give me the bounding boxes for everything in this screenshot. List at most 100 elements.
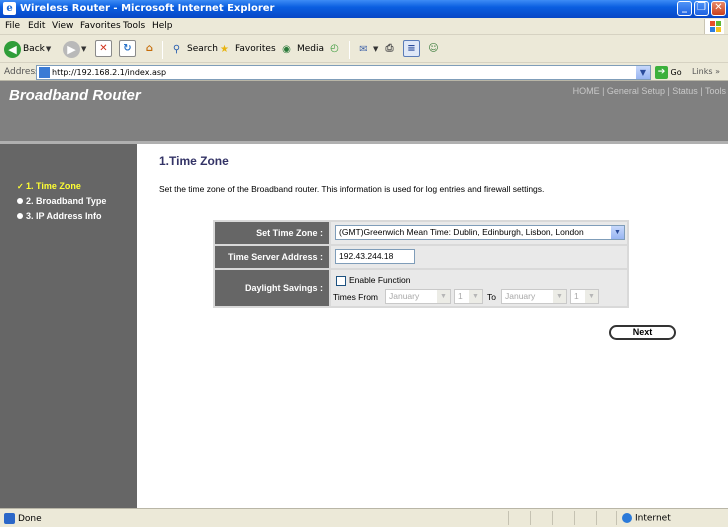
time-zone-cell: (GMT)Greenwich Mean Time: Dublin, Edinbu… bbox=[331, 222, 627, 244]
mail-icon: ✉ bbox=[359, 44, 368, 55]
stop-icon: ✕ bbox=[95, 40, 112, 57]
forward-button[interactable]: ▶ ▼ bbox=[63, 40, 86, 59]
messenger-button[interactable]: ☺ bbox=[425, 40, 442, 59]
menu-tools[interactable]: Tools bbox=[123, 21, 145, 31]
go-arrow-icon: ➔ bbox=[655, 66, 668, 79]
to-month-select[interactable]: January ▼ bbox=[501, 289, 567, 304]
search-icon: ⚲ bbox=[172, 44, 181, 55]
time-server-label: Time Server Address : bbox=[215, 246, 329, 268]
chevron-down-icon: ▼ bbox=[437, 290, 450, 303]
from-month-select[interactable]: January ▼ bbox=[385, 289, 451, 304]
links-button[interactable]: Links » bbox=[692, 67, 720, 76]
maximize-button[interactable]: ❐ bbox=[694, 1, 709, 16]
checkmark-icon: ✓ bbox=[17, 182, 24, 191]
edit-button[interactable]: ≡ bbox=[403, 40, 420, 59]
to-label: To bbox=[487, 292, 496, 302]
print-button[interactable]: ⎙ bbox=[381, 40, 398, 59]
status-bar: Done Internet bbox=[0, 508, 728, 527]
status-divider bbox=[616, 511, 617, 525]
search-button[interactable]: ⚲ Search bbox=[168, 40, 218, 59]
status-divider bbox=[574, 511, 575, 525]
windows-logo-icon bbox=[704, 19, 724, 34]
time-zone-select[interactable]: (GMT)Greenwich Mean Time: Dublin, Edinbu… bbox=[335, 225, 625, 240]
status-divider bbox=[530, 511, 531, 525]
media-icon: ◉ bbox=[282, 44, 291, 55]
sidebar-item-ip-address-info[interactable]: 3. IP Address Info bbox=[17, 211, 102, 221]
go-button[interactable]: ➔ Go bbox=[655, 66, 682, 79]
form-row-daylight-savings: Daylight Savings : Enable Function Times… bbox=[213, 270, 629, 306]
status-divider bbox=[508, 511, 509, 525]
form-row-time-zone: Set Time Zone : (GMT)Greenwich Mean Time… bbox=[213, 222, 629, 244]
menu-view[interactable]: View bbox=[52, 21, 73, 31]
history-button[interactable]: ◴ bbox=[326, 40, 343, 59]
address-url: http://192.168.2.1/index.asp bbox=[52, 68, 167, 77]
media-button[interactable]: ◉ Media bbox=[278, 40, 324, 59]
chevron-down-icon: ▼ bbox=[45, 45, 52, 53]
page-description: Set the time zone of the Broadband route… bbox=[159, 184, 545, 194]
back-arrow-icon: ◀ bbox=[4, 41, 21, 58]
chevron-down-icon: ▼ bbox=[469, 290, 482, 303]
enable-function-label: Enable Function bbox=[349, 275, 411, 285]
mail-button[interactable]: ✉ ▼ bbox=[355, 40, 378, 59]
page-done-icon bbox=[4, 513, 15, 524]
to-day-select[interactable]: 1 ▼ bbox=[570, 289, 599, 304]
form-row-time-server: Time Server Address : 192.43.244.18 bbox=[213, 246, 629, 268]
globe-icon bbox=[622, 513, 632, 523]
menu-help[interactable]: Help bbox=[152, 21, 173, 31]
next-button[interactable]: Next bbox=[609, 325, 676, 340]
minimize-button[interactable]: _ bbox=[677, 1, 692, 16]
window-title-bar: e Wireless Router - Microsoft Internet E… bbox=[0, 0, 728, 18]
status-divider bbox=[552, 511, 553, 525]
toolbar-separator bbox=[162, 41, 163, 59]
stop-button[interactable]: ✕ bbox=[95, 40, 112, 59]
from-day-select[interactable]: 1 ▼ bbox=[454, 289, 483, 304]
print-icon: ⎙ bbox=[385, 43, 394, 54]
sidebar-item-broadband-type[interactable]: 2. Broadband Type bbox=[17, 196, 106, 206]
address-input[interactable]: http://192.168.2.1/index.asp ▼ bbox=[36, 65, 651, 80]
edit-page-icon: ≡ bbox=[403, 40, 420, 57]
window-title: Wireless Router - Microsoft Internet Exp… bbox=[20, 3, 275, 14]
page-title: 1.Time Zone bbox=[159, 154, 229, 168]
time-server-cell: 192.43.244.18 bbox=[331, 246, 627, 268]
status-divider bbox=[596, 511, 597, 525]
sidebar: ✓ 1. Time Zone 2. Broadband Type 3. IP Ad… bbox=[0, 144, 137, 508]
menu-file[interactable]: File bbox=[5, 21, 20, 31]
toolbar-separator bbox=[349, 41, 350, 59]
time-server-input[interactable]: 192.43.244.18 bbox=[335, 249, 415, 264]
forward-arrow-icon: ▶ bbox=[63, 41, 80, 58]
refresh-button[interactable]: ↻ bbox=[119, 40, 136, 59]
back-button[interactable]: ◀ Back▼ bbox=[4, 40, 51, 59]
router-header: Broadband Router HOME | General Setup | … bbox=[0, 81, 728, 141]
star-icon: ★ bbox=[220, 44, 229, 55]
daylight-savings-cell: Enable Function Times From January ▼ 1 ▼ T… bbox=[331, 270, 627, 306]
web-page: Broadband Router HOME | General Setup | … bbox=[0, 81, 728, 508]
brand-title: Broadband Router bbox=[9, 87, 141, 104]
address-bar: Address http://192.168.2.1/index.asp ▼ ➔… bbox=[0, 64, 728, 81]
bullet-icon bbox=[17, 198, 23, 204]
history-icon: ◴ bbox=[330, 43, 339, 54]
page-icon bbox=[39, 67, 50, 78]
messenger-icon: ☺ bbox=[428, 43, 439, 54]
daylight-savings-label: Daylight Savings : bbox=[215, 270, 329, 306]
refresh-icon: ↻ bbox=[119, 40, 136, 57]
chevron-down-icon: ▼ bbox=[373, 45, 379, 53]
bullet-icon bbox=[17, 213, 23, 219]
times-from-label: Times From bbox=[333, 292, 379, 302]
menu-favorites[interactable]: Favorites bbox=[80, 21, 121, 31]
chevron-down-icon[interactable]: ▼ bbox=[636, 66, 650, 79]
browser-toolbar: ◀ Back▼ ▶ ▼ ✕ ↻ ⌂ ⚲ Search ★ Favorites ◉ Medi… bbox=[0, 36, 728, 63]
main-content: 1.Time Zone Set the time zone of the Bro… bbox=[137, 144, 728, 508]
ie-icon: e bbox=[3, 2, 16, 15]
menu-bar: File Edit View Favorites Tools Help bbox=[0, 18, 728, 35]
home-button[interactable]: ⌂ bbox=[141, 40, 158, 59]
time-zone-label: Set Time Zone : bbox=[215, 222, 329, 244]
menu-edit[interactable]: Edit bbox=[28, 21, 45, 31]
address-label: Address bbox=[4, 67, 40, 77]
top-navigation[interactable]: HOME | General Setup | Status | Tools bbox=[573, 86, 726, 96]
sidebar-item-time-zone[interactable]: ✓ 1. Time Zone bbox=[17, 181, 81, 191]
close-button[interactable]: ✕ bbox=[711, 1, 726, 16]
security-zone: Internet bbox=[622, 513, 671, 524]
chevron-down-icon: ▼ bbox=[81, 45, 87, 53]
favorites-button[interactable]: ★ Favorites bbox=[216, 40, 276, 59]
enable-function-checkbox[interactable] bbox=[336, 276, 346, 286]
